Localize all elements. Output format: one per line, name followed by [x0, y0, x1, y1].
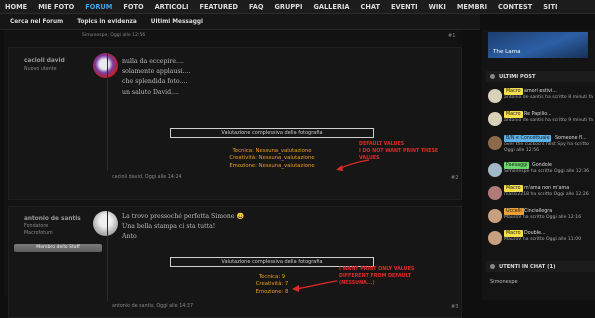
- nav-articoli[interactable]: ARTICOLI: [155, 3, 189, 11]
- nav-membri[interactable]: MEMBRI: [457, 3, 487, 11]
- annotation-arrow: [292, 280, 338, 292]
- nav-contest[interactable]: CONTEST: [498, 3, 532, 11]
- latest-post-item[interactable]: Macro amori estivi... antonio de santis …: [486, 87, 595, 107]
- avatar[interactable]: [93, 53, 118, 78]
- post-username[interactable]: antonio de santis: [24, 216, 81, 222]
- post-user-role: Nuovo utente: [24, 67, 57, 72]
- staff-badge: Membro dello Staff: [14, 244, 102, 252]
- post-author-line: massi2218 ha scritto Oggi alle 12:26: [504, 192, 589, 197]
- latest-posts-header: ULTIMI POST: [486, 71, 595, 82]
- latest-post-item[interactable]: Macro Re Papilio... antonio de santis ha…: [486, 110, 595, 130]
- avatar[interactable]: [488, 89, 502, 103]
- post-author-line: antonio de santis ha scritto 9 minuti fa: [504, 118, 594, 123]
- category-tag[interactable]: Macro: [504, 185, 523, 192]
- category-tag[interactable]: B/N e Concettuale: [504, 135, 552, 142]
- avatar[interactable]: [488, 231, 502, 245]
- post-number[interactable]: #3: [451, 304, 458, 310]
- nav-galleria[interactable]: GALLERIA: [313, 3, 349, 11]
- post-title-link[interactable]: Double...: [524, 230, 546, 237]
- forum-subnav: Cerca nel Forum Topics in evidenza Ultim…: [0, 14, 480, 30]
- annotation-arrow: [336, 159, 370, 171]
- subnav-featured-topics[interactable]: Topics in evidenza: [77, 19, 137, 25]
- chat-user-link[interactable]: Simonespe: [490, 279, 518, 285]
- subnav-search-forum[interactable]: Cerca nel Forum: [10, 19, 63, 25]
- avatar[interactable]: [488, 186, 502, 200]
- post-user-role: Fondatore: [24, 224, 49, 229]
- avatar[interactable]: [488, 163, 502, 177]
- topic-posts: Simonespe, Oggi alle 12:56 #1 cacioli da…: [4, 30, 462, 318]
- nav-siti[interactable]: SITI: [543, 3, 557, 11]
- post-divider: [107, 53, 108, 171]
- category-tag[interactable]: Uccelli: [504, 208, 524, 215]
- forum-post: antonio de santis Fondatore Macrofotum M…: [8, 206, 462, 318]
- nav-gruppi[interactable]: GRUPPI: [274, 3, 302, 11]
- category-tag[interactable]: Macro: [504, 88, 523, 95]
- latest-post-item[interactable]: B/N e Concettuale Someone fl... over the…: [486, 134, 595, 154]
- latest-post-item[interactable]: Uccelli Cinciallegra MauroV ha scritto O…: [486, 207, 595, 227]
- post-title-link[interactable]: Someone fl...: [555, 135, 587, 142]
- latest-post-item[interactable]: Macro m'ama non m'ama massi2218 ha scrit…: [486, 184, 595, 204]
- post-user-group: Macrofotum: [24, 231, 53, 236]
- main-navigation: HOME MIE FOTO FORUM FOTO ARTICOLI FEATUR…: [0, 0, 595, 14]
- featured-banner[interactable]: The Lama: [488, 32, 588, 58]
- post-title-link[interactable]: m'ama non m'ama: [524, 185, 569, 192]
- post-divider: [107, 211, 108, 301]
- post-author-line: over the cuckoo's nest Spy ha scritto Og…: [504, 142, 589, 153]
- rating-box: Valutazione complessiva della fotografia: [170, 128, 374, 138]
- post-number[interactable]: #2: [451, 175, 458, 181]
- post-author-line: Simonespe ha scritto Oggi alle 12:36: [504, 169, 590, 174]
- post-title-link[interactable]: Gondole: [532, 162, 552, 169]
- nav-eventi[interactable]: EVENTI: [391, 3, 418, 11]
- annotation-note: I WANT PRINT ONLY VALUES DIFFERENT FROM …: [339, 267, 415, 286]
- avatar[interactable]: [488, 209, 502, 223]
- subnav-latest-messages[interactable]: Ultimi Messaggi: [151, 19, 203, 25]
- post-author-line: antonio de santis ha scritto 8 minuti fa: [504, 95, 594, 100]
- nav-faq[interactable]: FAQ: [249, 3, 263, 11]
- category-tag[interactable]: Paesaggi: [504, 162, 530, 169]
- post-title-link[interactable]: Cinciallegra: [524, 208, 552, 215]
- rating-values: Tecnica: Nessuna_valutazione Creatività: …: [229, 148, 315, 169]
- nav-chat[interactable]: CHAT: [361, 3, 380, 11]
- sidebar: The Lama ULTIMI POST Macro amori estivi.…: [482, 30, 595, 300]
- previous-post-footer: Simonespe, Oggi alle 12:56: [82, 33, 146, 38]
- post-footer: antonio de santis, Oggi alle 14:37: [112, 304, 194, 309]
- users-icon: [490, 264, 495, 269]
- nav-home[interactable]: HOME: [5, 3, 27, 11]
- latest-post-item[interactable]: Macro Double... MauroV ha scritto Oggi a…: [486, 229, 595, 249]
- post-author-line: MauroV ha scritto Oggi alle 12:16: [504, 215, 582, 220]
- post-body: nulla da eccepire.... solamente applausi.…: [122, 58, 191, 96]
- post-footer: cacioli david, Oggi alle 14:24: [112, 175, 182, 180]
- post-number[interactable]: #1: [448, 33, 455, 39]
- chat-users-header: UTENTI IN CHAT (1): [486, 261, 595, 272]
- post-author-line: MauroV ha scritto Oggi alle 11:00: [504, 237, 582, 242]
- latest-post-item[interactable]: Paesaggi Gondole Simonespe ha scritto Og…: [486, 161, 595, 181]
- avatar[interactable]: [93, 211, 118, 236]
- chat-bubble-icon: [490, 74, 495, 79]
- post-body: La trovo pressoché perfetta Simone 😀 Una …: [122, 213, 245, 241]
- avatar[interactable]: [488, 112, 502, 126]
- category-tag[interactable]: Macro: [504, 111, 523, 118]
- nav-featured[interactable]: FEATURED: [200, 3, 239, 11]
- avatar[interactable]: [488, 136, 502, 150]
- post-title-link[interactable]: amori estivi...: [524, 88, 557, 95]
- category-tag[interactable]: Macro: [504, 230, 523, 237]
- nav-foto[interactable]: FOTO: [123, 3, 143, 11]
- nav-mie-foto[interactable]: MIE FOTO: [38, 3, 74, 11]
- post-username[interactable]: cacioli david: [24, 58, 65, 64]
- post-title-link[interactable]: Re Papilio...: [524, 111, 552, 118]
- nav-forum[interactable]: FORUM: [85, 3, 112, 11]
- nav-wiki[interactable]: WIKI: [429, 3, 446, 11]
- forum-post: cacioli david Nuovo utente nulla da ecce…: [8, 47, 462, 200]
